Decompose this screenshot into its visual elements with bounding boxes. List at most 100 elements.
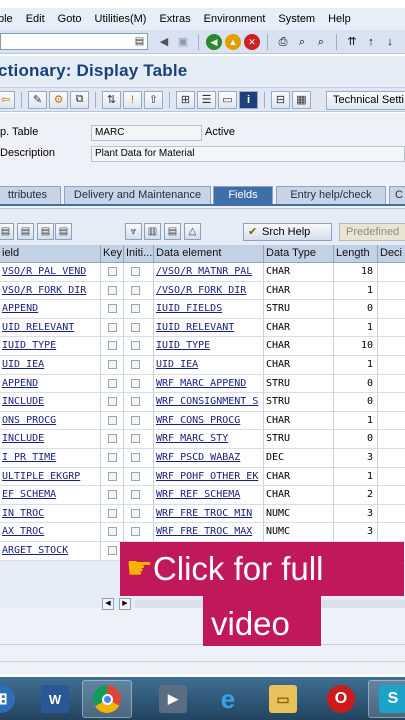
cell-field[interactable]: IN TROC bbox=[0, 504, 101, 524]
cell-initial[interactable] bbox=[124, 467, 154, 487]
checkbox[interactable] bbox=[131, 378, 140, 388]
checkbox[interactable] bbox=[131, 360, 140, 369]
find-icon[interactable]: ⌕ bbox=[294, 34, 310, 50]
print-icon[interactable]: ⎙ bbox=[275, 34, 291, 50]
cell-data-element[interactable]: /VSO/R FORK DIR bbox=[154, 281, 264, 301]
checkbox[interactable] bbox=[131, 322, 140, 332]
tab-entry-help-check[interactable]: Entry help/check bbox=[276, 186, 386, 205]
layout-icon[interactable]: ▤ bbox=[164, 223, 181, 240]
cell-data-type[interactable]: NUMC bbox=[264, 523, 334, 542]
menu-item[interactable]: Extras bbox=[153, 13, 197, 25]
other-object-icon[interactable]: ⧉ bbox=[70, 90, 89, 109]
object-list-icon[interactable]: ☰ bbox=[197, 90, 216, 109]
cell-data-element[interactable]: WRF POHF OTHER EK bbox=[154, 467, 264, 487]
table-row[interactable]: AX TROC WRF FRE TROC MAX NUMC 3 bbox=[0, 523, 405, 542]
save-icon[interactable]: ▣ bbox=[175, 34, 191, 50]
scroll-right-icon[interactable]: ▶ bbox=[119, 598, 131, 610]
table-row[interactable]: APPEND IUID FIELDS STRU 0 bbox=[0, 300, 405, 319]
check-icon[interactable]: ! bbox=[123, 90, 142, 109]
back-arrow-icon[interactable]: ◀ bbox=[156, 34, 172, 50]
filter-icon[interactable]: ▥ bbox=[144, 223, 161, 240]
cell-decimals[interactable] bbox=[378, 486, 405, 505]
cell-decimals[interactable] bbox=[378, 430, 405, 449]
cell-key[interactable] bbox=[101, 504, 124, 524]
table-row[interactable]: IN TROC WRF FRE TROC MIN NUMC 3 bbox=[0, 504, 405, 524]
cell-data-type[interactable]: CHAR bbox=[264, 337, 334, 356]
search-help-button[interactable]: ✔ Srch Help bbox=[243, 223, 332, 241]
cell-field[interactable]: ULTIPLE EKGRP bbox=[0, 467, 101, 487]
table-row[interactable]: VSO/R PAL VEND/VSO/R MATNR PAL CHAR 18 bbox=[0, 263, 405, 282]
graphic-icon[interactable]: ⊟ bbox=[271, 90, 290, 109]
checkbox[interactable] bbox=[131, 508, 140, 518]
cell-decimals[interactable] bbox=[378, 356, 405, 375]
checkbox[interactable] bbox=[108, 304, 117, 314]
back-icon[interactable]: ◀ bbox=[206, 33, 222, 50]
tab-attributes[interactable]: ttributes bbox=[0, 186, 61, 205]
delete-row-icon[interactable]: ▤ bbox=[17, 223, 34, 240]
where-used-icon[interactable]: ⇅ bbox=[102, 90, 121, 109]
col-field[interactable]: ield bbox=[0, 245, 101, 263]
tab-fields[interactable]: Fields bbox=[213, 186, 273, 206]
cell-length[interactable]: 3 bbox=[334, 523, 378, 542]
history-dropdown-icon[interactable]: ▤ bbox=[134, 35, 145, 48]
checkbox[interactable] bbox=[108, 453, 117, 462]
cell-initial[interactable] bbox=[124, 504, 154, 524]
cell-length[interactable]: 1 bbox=[334, 281, 378, 301]
col-key[interactable]: Key bbox=[101, 245, 124, 263]
cell-key[interactable] bbox=[101, 393, 124, 412]
cell-data-type[interactable]: CHAR bbox=[264, 318, 334, 338]
checkbox[interactable] bbox=[131, 285, 140, 295]
table-row[interactable]: I PR TIME WRF PSCD WABAZ DEC 3 bbox=[0, 449, 405, 468]
cell-field[interactable]: ONS PROCG bbox=[0, 411, 101, 431]
menu-item[interactable]: Edit bbox=[20, 13, 52, 25]
cell-data-element[interactable]: IUID RELEVANT bbox=[154, 318, 264, 338]
table-row[interactable]: APPEND WRF MARC APPEND STRU 0 bbox=[0, 374, 405, 394]
checkbox[interactable] bbox=[131, 267, 140, 276]
cell-initial[interactable] bbox=[124, 523, 154, 542]
tab-delivery-maintenance[interactable]: Delivery and Maintenance bbox=[64, 186, 211, 205]
exit-icon[interactable]: ▲ bbox=[225, 33, 241, 50]
menu-item[interactable]: Help bbox=[322, 13, 358, 25]
cell-initial[interactable] bbox=[124, 411, 154, 431]
video-banner-text[interactable]: ☛Click for full bbox=[126, 549, 323, 589]
insert-row-icon[interactable]: ▤ bbox=[0, 223, 14, 240]
taskbar-file-explorer[interactable]: ▭ bbox=[258, 680, 308, 718]
cell-key[interactable] bbox=[101, 467, 124, 487]
cell-initial[interactable] bbox=[124, 486, 154, 505]
cell-decimals[interactable] bbox=[378, 449, 405, 468]
menu-item[interactable]: Utilities(M) bbox=[89, 13, 154, 25]
paste-row-icon[interactable]: ▤ bbox=[55, 223, 72, 240]
back-arrow-button[interactable]: ⇦ bbox=[0, 90, 15, 109]
contents-icon[interactable]: ▦ bbox=[292, 90, 311, 109]
cell-initial[interactable] bbox=[124, 449, 154, 468]
checkbox[interactable] bbox=[108, 267, 117, 276]
table-row[interactable]: INCLUDE WRF CONSIGNMENT S STRU 0 bbox=[0, 393, 405, 412]
checkbox[interactable] bbox=[108, 378, 117, 388]
cell-key[interactable] bbox=[101, 337, 124, 356]
checkbox[interactable] bbox=[131, 490, 140, 500]
checkbox[interactable] bbox=[131, 453, 140, 462]
cell-field[interactable]: INCLUDE bbox=[0, 430, 101, 449]
cell-decimals[interactable] bbox=[378, 300, 405, 319]
col-data-type[interactable]: Data Type bbox=[264, 245, 334, 263]
up-icon[interactable]: △ bbox=[184, 223, 201, 240]
cell-field[interactable]: IUID TYPE bbox=[0, 337, 101, 356]
checkbox[interactable] bbox=[131, 304, 140, 314]
table-row[interactable]: ULTIPLE EKGRP WRF POHF OTHER EK CHAR 1 bbox=[0, 467, 405, 487]
cell-key[interactable] bbox=[101, 523, 124, 542]
cell-field[interactable]: AX TROC bbox=[0, 523, 101, 542]
display-object-icon[interactable]: ▭ bbox=[218, 90, 237, 109]
predefined-type-button[interactable]: Predefined bbox=[339, 223, 405, 241]
menu-item[interactable]: System bbox=[272, 13, 322, 25]
first-page-icon[interactable]: ⇈ bbox=[344, 34, 360, 50]
cell-length[interactable]: 1 bbox=[334, 467, 378, 487]
scroll-left-icon[interactable]: ◀ bbox=[102, 598, 114, 610]
cell-field[interactable]: UID RELEVANT bbox=[0, 318, 101, 338]
info-icon[interactable]: i bbox=[239, 90, 258, 109]
cell-field[interactable]: ARGET STOCK bbox=[0, 542, 101, 561]
cell-data-element[interactable]: IUID FIELDS bbox=[154, 300, 264, 319]
taskbar-word[interactable]: W bbox=[30, 680, 80, 718]
cell-data-element[interactable]: WRF PSCD WABAZ bbox=[154, 449, 264, 468]
cell-field[interactable]: APPEND bbox=[0, 374, 101, 394]
checkbox[interactable] bbox=[108, 341, 117, 351]
